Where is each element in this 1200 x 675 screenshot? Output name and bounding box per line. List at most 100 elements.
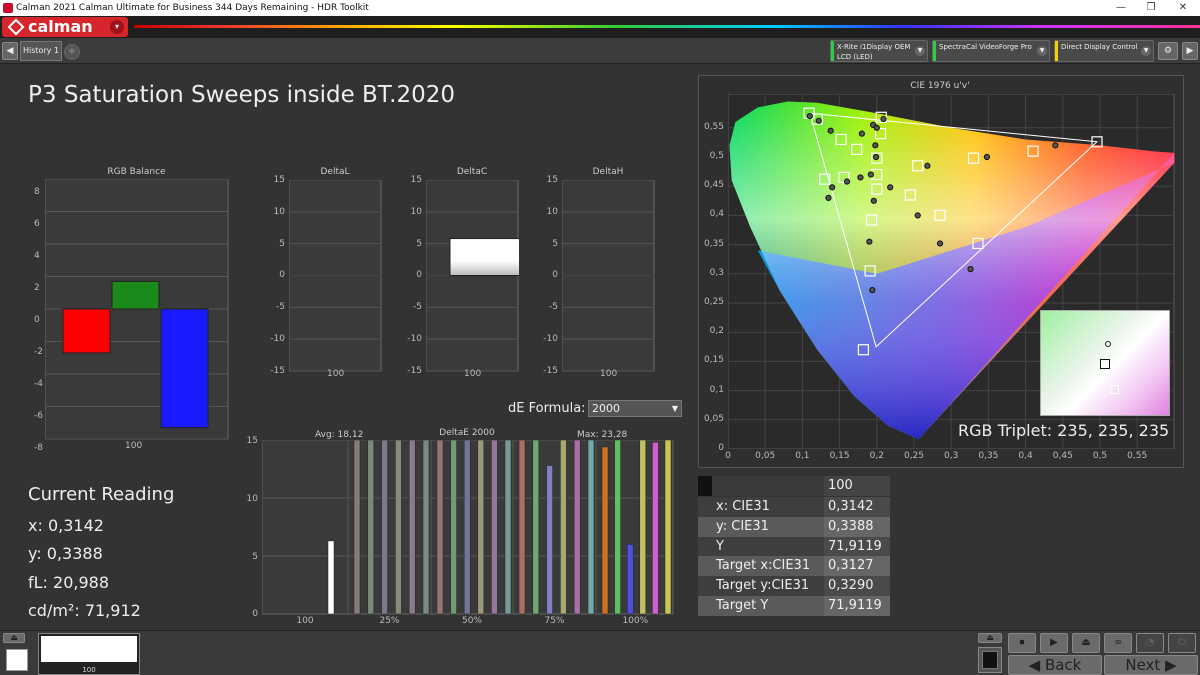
minimize-button[interactable]: — xyxy=(1106,0,1136,16)
gear-icon[interactable]: ⚙ xyxy=(1158,42,1178,60)
rgb-balance-title: RGB Balance xyxy=(107,167,166,177)
pause-icon[interactable]: ◔ xyxy=(1136,633,1164,653)
deltae-bar xyxy=(491,440,498,615)
cie-x-tick: 0,15 xyxy=(829,451,850,461)
delta-tick: -15 xyxy=(270,365,285,376)
cie-x-tick: 0,25 xyxy=(903,451,925,461)
measured-marker xyxy=(872,142,879,149)
read-series-icon[interactable]: ⏏ xyxy=(1072,633,1100,653)
chevron-down-icon[interactable]: ▼ xyxy=(1141,46,1151,56)
device-status-indicator xyxy=(1055,41,1058,61)
current-reading-x: x: 0,3142 xyxy=(28,516,104,535)
deltae-bar xyxy=(450,440,457,615)
measured-marker xyxy=(866,238,873,245)
measured-marker xyxy=(873,124,880,131)
device-source[interactable]: SpectraCal VideoForge Pro ▼ xyxy=(932,40,1050,62)
cie-y-tick: 0,45 xyxy=(703,180,724,191)
cie-y-tick: 0,15 xyxy=(703,355,724,366)
delta-tick: 5 xyxy=(416,238,422,249)
deltae-bar xyxy=(504,440,512,615)
add-tab-icon[interactable]: + xyxy=(64,44,80,60)
eject-icon[interactable]: ⏏ xyxy=(978,633,1002,643)
measured-marker xyxy=(914,212,921,219)
nav-forward-icon[interactable]: ▶ xyxy=(1182,42,1198,60)
page-title: P3 Saturation Sweeps inside BT.2020 xyxy=(28,82,455,108)
delta-tick: 15 xyxy=(546,175,558,185)
delta-title: DeltaH xyxy=(592,167,624,177)
deltae-bar xyxy=(381,440,388,615)
back-button[interactable]: ◀ Back xyxy=(1008,655,1102,675)
delta-tick: 10 xyxy=(273,206,285,217)
logo-text: calman xyxy=(28,17,93,36)
rgb-tick: -4 xyxy=(34,379,43,389)
delta-tick: 0 xyxy=(279,270,285,281)
chevron-down-icon[interactable]: ▼ xyxy=(915,46,925,56)
device-source-name: SpectraCal VideoForge Pro xyxy=(939,43,1032,51)
delta-tick: 5 xyxy=(279,238,285,249)
restore-button[interactable]: ❐ xyxy=(1136,0,1166,16)
inset-target-marker xyxy=(1110,385,1119,394)
delta-title: DeltaL xyxy=(320,167,350,177)
rgb-balance-chart xyxy=(45,179,229,440)
rgb-tick: 2 xyxy=(34,283,40,293)
close-button[interactable]: ✕ xyxy=(1168,0,1198,16)
readings-value: 0,3388 xyxy=(824,516,890,537)
delta-tick: -5 xyxy=(549,302,558,313)
stop-icon[interactable]: ⏹ xyxy=(1008,633,1036,653)
deltae-tick: 10 xyxy=(246,494,258,504)
deltae-title: DeltaE 2000 xyxy=(439,428,495,438)
current-reading-cdm2: cd/m²: 71,912 xyxy=(28,601,141,620)
rgb-tick: -2 xyxy=(34,347,43,357)
device-status-indicator xyxy=(831,41,834,61)
cie-y-tick: 0,05 xyxy=(703,413,724,424)
rgb-bar-green xyxy=(111,280,160,310)
calman-logo[interactable]: calman ▾ xyxy=(2,17,128,37)
device-meter[interactable]: X-Rite i1Display OEM LCD (LED) ▼ xyxy=(830,40,928,62)
cie-x-tick: 0,2 xyxy=(869,451,884,461)
deltae-bar xyxy=(395,440,402,615)
deltae-bar xyxy=(626,544,634,615)
chevron-down-icon[interactable]: ▼ xyxy=(1037,46,1047,56)
readings-label: Target x:CIE31 xyxy=(698,556,824,577)
readings-row: y: CIE31 0,3388 xyxy=(698,516,890,537)
continuous-icon[interactable]: ∞ xyxy=(1104,633,1132,653)
power-icon[interactable]: ⏻ xyxy=(1168,633,1196,653)
rgb-tick: 6 xyxy=(34,219,40,229)
rgb-triplet-label: RGB Triplet: 235, 235, 235 xyxy=(958,421,1170,440)
delta-tick: 15 xyxy=(273,175,285,185)
measured-marker xyxy=(843,178,851,185)
device-display[interactable]: Direct Display Control ▼ xyxy=(1054,40,1154,62)
measured-marker xyxy=(1052,142,1059,149)
de-formula-select[interactable]: 2000 ▼ xyxy=(588,400,682,417)
deltae-category: 75% xyxy=(544,616,565,626)
display-button[interactable] xyxy=(978,647,1002,673)
cie-y-tick: 0,1 xyxy=(709,384,724,395)
delta-chart-plot xyxy=(426,180,519,372)
delta-tick: -5 xyxy=(413,302,422,313)
swatch-preview[interactable] xyxy=(6,649,28,671)
back-arrow-icon: ◀ xyxy=(1028,656,1041,674)
chevron-down-icon[interactable]: ▼ xyxy=(672,401,678,416)
nav-back-icon[interactable]: ◀ xyxy=(2,42,18,60)
deltae-tick: 5 xyxy=(252,552,258,562)
patch-swatch[interactable]: 100 xyxy=(38,633,140,675)
patch-color xyxy=(41,636,137,662)
deltae-max: Max: 23,28 xyxy=(577,430,628,440)
readings-row: Target Y 71,9119 xyxy=(698,596,890,616)
calman-diamond-icon xyxy=(7,18,25,36)
measured-marker xyxy=(924,162,931,169)
eject-icon[interactable]: ⏏ xyxy=(3,633,25,643)
display-icon xyxy=(982,651,998,669)
next-arrow-icon: ▶ xyxy=(1165,656,1177,674)
play-icon[interactable]: ▶ xyxy=(1040,633,1068,653)
measured-marker xyxy=(880,115,887,123)
current-reading-y: y: 0,3388 xyxy=(28,544,103,563)
app-menu-icon[interactable]: ▾ xyxy=(110,20,124,34)
delta-tick: 10 xyxy=(410,206,422,217)
measured-marker xyxy=(887,184,894,191)
readings-row: Target y:CIE31 0,3290 xyxy=(698,576,890,597)
deltae-category: 25% xyxy=(379,616,400,626)
tab-history-1[interactable]: History 1 xyxy=(20,41,62,61)
next-button[interactable]: Next ▶ xyxy=(1104,655,1198,675)
deltae-bar xyxy=(587,440,595,615)
